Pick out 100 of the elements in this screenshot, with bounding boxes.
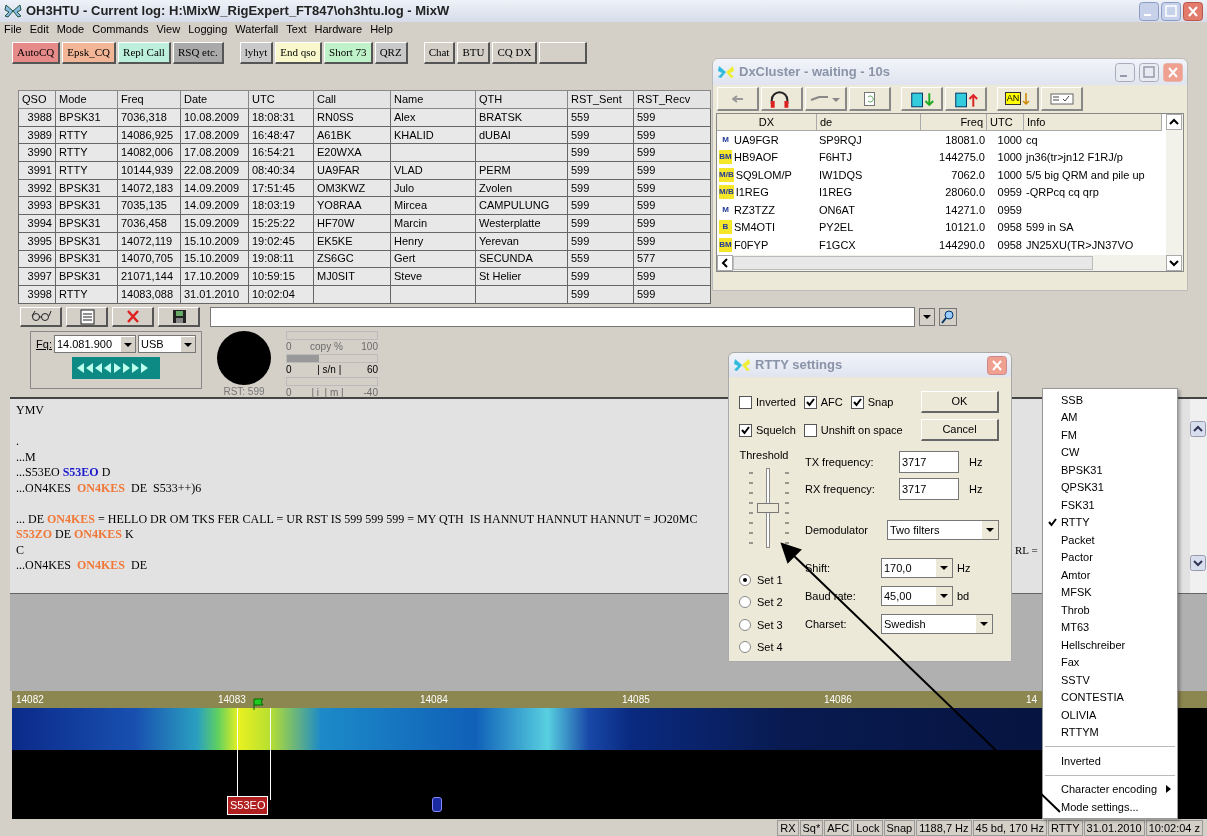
save-button[interactable] (158, 307, 200, 327)
headphones-button[interactable] (761, 87, 803, 111)
column-header[interactable]: UTC (248, 90, 314, 109)
menu-item[interactable]: Amtor (1043, 566, 1177, 584)
ok-button[interactable]: OK (921, 391, 999, 413)
menu-item[interactable]: SSTV (1043, 671, 1177, 689)
refresh-document-button[interactable] (849, 87, 891, 111)
menu-item[interactable]: Help (370, 20, 393, 38)
menu-item[interactable]: Packet (1043, 531, 1177, 549)
setting-dropdown[interactable]: Swedish (881, 614, 993, 634)
column-header[interactable]: DX (717, 114, 817, 131)
menu-item[interactable]: CONTESTIA (1043, 688, 1177, 706)
column-header[interactable]: de (817, 114, 921, 131)
column-header[interactable]: RST_Recv (633, 90, 711, 109)
menu-item[interactable]: FM (1043, 426, 1177, 444)
blank-button[interactable] (539, 42, 588, 64)
filter-button[interactable]: AN (997, 87, 1039, 111)
setting-dropdown[interactable]: 45,00 (881, 586, 953, 606)
menu-item[interactable]: View (156, 20, 181, 38)
column-header[interactable]: Info (1024, 114, 1162, 131)
checkbox[interactable] (803, 423, 817, 437)
document-up-button[interactable] (945, 87, 987, 111)
column-header[interactable]: Freq (921, 114, 987, 131)
menu-item[interactable]: Text (286, 20, 307, 38)
minimize-icon[interactable] (1139, 1, 1159, 21)
menu-item[interactable]: CW (1043, 443, 1177, 461)
menu-item[interactable]: RTTY (1043, 513, 1177, 531)
menu-item[interactable]: MFSK (1043, 583, 1177, 601)
column-header[interactable]: QTH (475, 90, 568, 109)
radio-button[interactable] (739, 573, 751, 586)
menu-item[interactable]: SSB (1043, 391, 1177, 409)
document-button[interactable] (66, 307, 108, 327)
menu-item[interactable]: Mode (56, 20, 85, 38)
scroll-up-icon[interactable] (1190, 421, 1206, 437)
column-header[interactable]: Date (180, 90, 249, 109)
macro-button[interactable]: CQ DX (492, 42, 538, 64)
tuning-cursor[interactable] (432, 797, 442, 812)
menu-item[interactable]: RTTYM (1043, 723, 1177, 741)
slider-thumb[interactable] (757, 502, 779, 513)
macro-button[interactable]: Repl Call (118, 42, 171, 64)
checkbox[interactable] (739, 423, 752, 437)
scroll-down-icon[interactable] (1166, 254, 1182, 271)
radio-button[interactable] (739, 596, 751, 609)
menu-item[interactable]: BPSK31 (1043, 461, 1177, 479)
column-header[interactable]: Freq (117, 90, 181, 109)
setting-dropdown[interactable]: 170,0 (881, 558, 953, 578)
column-header[interactable]: UTC (987, 114, 1024, 131)
macro-button[interactable]: Epsk_CQ (62, 42, 117, 64)
macro-button[interactable]: lyhyt (239, 42, 274, 64)
menu-item[interactable]: Mode settings... (1043, 798, 1177, 816)
column-header[interactable]: Call (313, 90, 391, 109)
sideband-dropdown[interactable]: USB (137, 335, 196, 353)
vertical-scrollbar[interactable] (1166, 114, 1183, 271)
macro-button[interactable]: End qso (275, 42, 323, 64)
slider-arrow-button[interactable] (805, 87, 847, 111)
scrollbar[interactable] (1190, 399, 1207, 593)
menu-item[interactable]: Edit (29, 20, 49, 38)
column-header[interactable]: RST_Sent (567, 90, 634, 109)
menu-item[interactable]: MT63 (1043, 618, 1177, 636)
close-icon[interactable] (1183, 1, 1203, 21)
macro-button[interactable]: RSQ etc. (172, 42, 224, 64)
menu-item[interactable]: Inverted (1043, 752, 1177, 770)
column-header[interactable]: Mode (55, 90, 118, 109)
column-header[interactable]: QSO (18, 90, 56, 109)
menu-item[interactable]: File (4, 20, 22, 38)
frequency-dropdown[interactable]: 14.081.900 (53, 335, 136, 353)
menu-item[interactable]: Logging (188, 20, 228, 38)
macro-button[interactable]: QRZ (374, 42, 408, 64)
demodulator-dropdown[interactable]: Two filters (887, 520, 999, 540)
scroll-down-icon[interactable] (1190, 555, 1206, 571)
menu-item[interactable]: Waterfall (235, 20, 279, 38)
menu-item[interactable]: QPSK31 (1043, 478, 1177, 496)
tuning-button[interactable] (72, 357, 160, 379)
close-icon[interactable] (987, 355, 1007, 375)
radio-button[interactable] (739, 618, 751, 631)
menu-item[interactable]: Throb (1043, 601, 1177, 619)
horizontal-scrollbar[interactable] (717, 254, 1166, 271)
macro-button[interactable]: Short 73 (324, 42, 373, 64)
macro-button[interactable]: AutoCQ (12, 42, 61, 64)
menu-item[interactable]: Hellschreiber (1043, 636, 1177, 654)
menu-item[interactable]: OLIVIA (1043, 706, 1177, 724)
document-down-button[interactable] (901, 87, 943, 111)
macro-button[interactable]: BTU (457, 42, 491, 64)
columns-button[interactable] (1041, 87, 1083, 111)
checkbox[interactable] (803, 395, 817, 409)
menu-item[interactable]: Character encoding (1043, 780, 1177, 798)
glasses-button[interactable] (20, 307, 62, 327)
menu-item[interactable]: Fax (1043, 653, 1177, 671)
menu-item[interactable]: Hardware (314, 20, 363, 38)
scroll-up-icon[interactable] (1166, 114, 1182, 130)
macro-button[interactable]: Chat (423, 42, 456, 64)
menu-item[interactable]: AM (1043, 408, 1177, 426)
menu-item[interactable]: Pactor (1043, 548, 1177, 566)
checkbox[interactable] (850, 395, 864, 409)
frequency-field[interactable]: 3717 (899, 478, 959, 500)
frequency-field[interactable]: 3717 (899, 451, 959, 473)
menu-item[interactable]: FSK31 (1043, 496, 1177, 514)
column-header[interactable]: Name (390, 90, 476, 109)
delete-button[interactable] (112, 307, 154, 327)
command-field[interactable] (210, 307, 915, 327)
